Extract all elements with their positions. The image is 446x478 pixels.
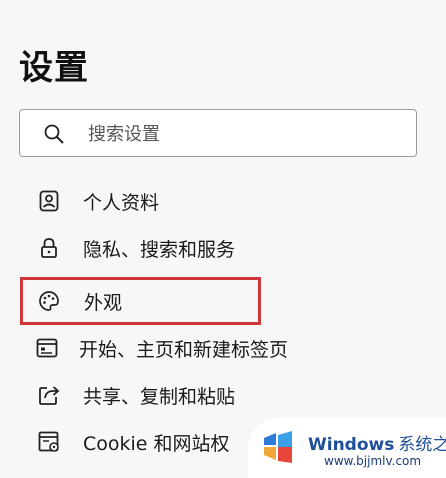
site-watermark: Windows系统之家 www.bjjmlv.com	[248, 418, 446, 478]
sidebar-item-cookies[interactable]: Cookie 和网站权	[22, 422, 282, 462]
watermark-title: Windows系统之家	[308, 430, 446, 455]
sidebar-item-label: Cookie 和网站权	[83, 432, 230, 455]
watermark-url: www.bjjmlv.com	[324, 454, 422, 468]
palette-icon	[36, 288, 62, 314]
profile-icon	[36, 188, 62, 214]
sidebar-item-privacy[interactable]: 隐私、搜索和服务	[22, 228, 262, 268]
search-input[interactable]	[86, 110, 410, 158]
sidebar-item-label: 隐私、搜索和服务	[83, 238, 236, 261]
search-box[interactable]	[19, 109, 417, 158]
sidebar-item-start-page[interactable]: 开始、主页和新建标签页	[22, 328, 288, 368]
search-icon	[44, 124, 64, 144]
start-page-icon	[36, 335, 58, 361]
watermark-cn: 系统之家	[398, 435, 446, 455]
sidebar-item-label: 共享、复制和粘贴	[83, 385, 236, 408]
share-icon	[36, 382, 62, 408]
sidebar-item-label: 开始、主页和新建标签页	[79, 338, 289, 361]
sidebar-item-label: 外观	[84, 291, 123, 314]
windows-logo-icon	[264, 431, 292, 463]
sidebar-item-appearance[interactable]: 外观	[20, 277, 261, 325]
cookie-icon	[36, 429, 62, 455]
watermark-brand: Windows	[308, 435, 395, 455]
sidebar-item-share[interactable]: 共享、复制和粘贴	[22, 375, 262, 415]
lock-icon	[36, 235, 62, 261]
sidebar-item-profile[interactable]: 个人资料	[22, 181, 262, 221]
sidebar-item-label: 个人资料	[83, 191, 160, 214]
page-title: 设置	[19, 48, 89, 88]
